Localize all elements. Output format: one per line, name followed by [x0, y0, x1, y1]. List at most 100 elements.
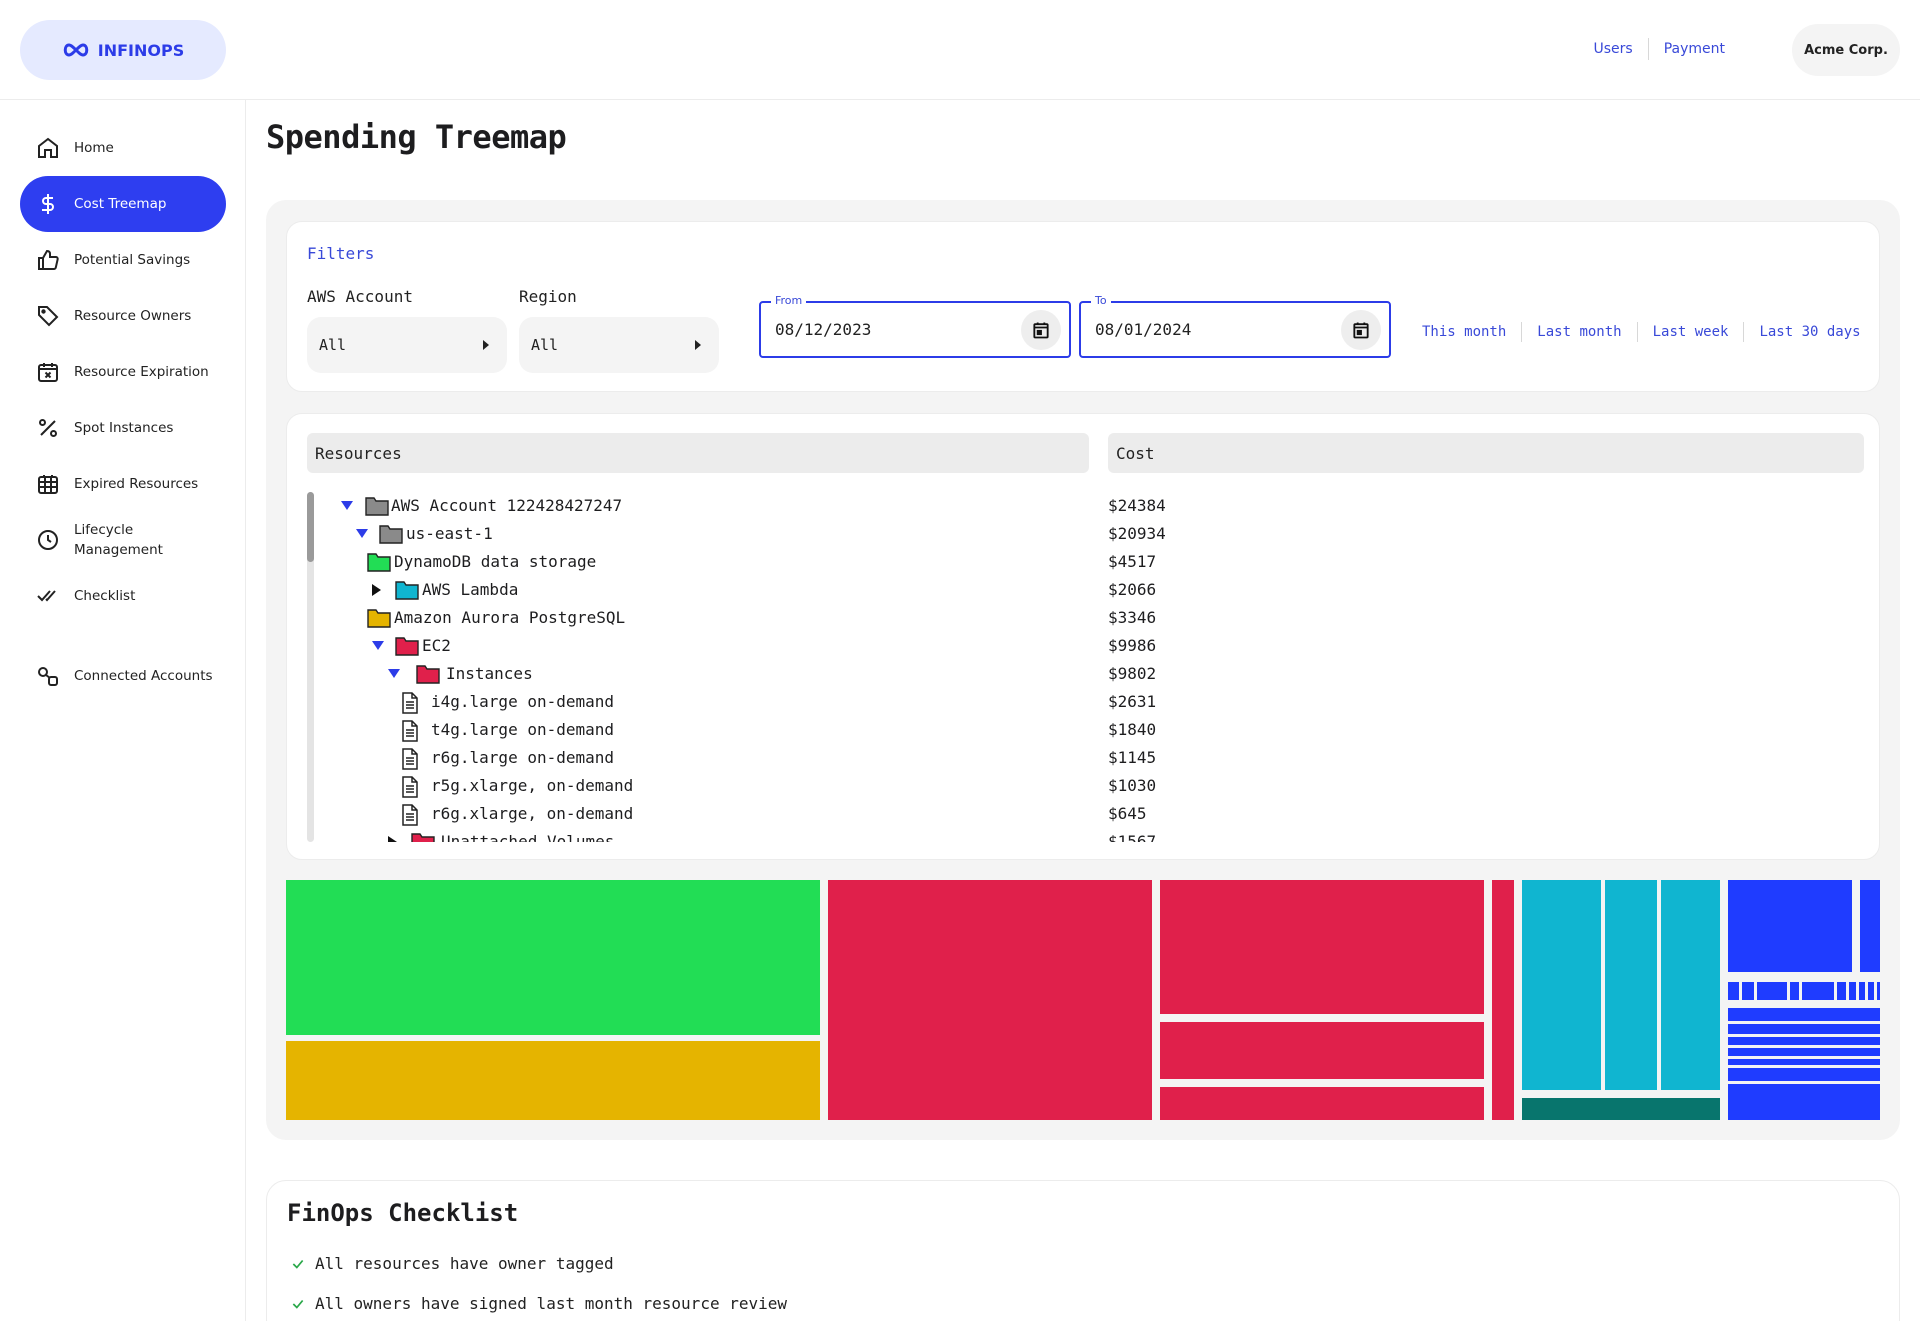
- sidebar-item-spot-instances[interactable]: Spot Instances: [20, 400, 226, 456]
- ec2-tile[interactable]: [1160, 1087, 1484, 1120]
- sidebar-item-lifecycle-management[interactable]: Lifecycle Management: [20, 512, 226, 568]
- other-tile[interactable]: [1728, 982, 1739, 1000]
- resource-name: r6g.xlarge, on-demand: [431, 804, 634, 823]
- app-logo[interactable]: INFINOPS: [20, 20, 226, 80]
- caret-down-icon[interactable]: [388, 669, 400, 678]
- other-tile[interactable]: [1728, 880, 1852, 972]
- last-30-days-link[interactable]: Last 30 days: [1744, 324, 1875, 340]
- sidebar-item-home[interactable]: Home: [20, 120, 226, 176]
- table-row[interactable]: EC2 $9986: [287, 632, 1879, 660]
- table-row[interactable]: i4g.large on-demand $2631: [287, 688, 1879, 716]
- folder-icon: [411, 832, 435, 842]
- table-row[interactable]: us-east-1 $20934: [287, 520, 1879, 548]
- sidebar-item-checklist[interactable]: Checklist: [20, 568, 226, 624]
- caret-down-icon[interactable]: [341, 501, 353, 510]
- resource-cost: $9802: [1108, 664, 1157, 683]
- table-row[interactable]: Instances $9802: [287, 660, 1879, 688]
- table-row[interactable]: Amazon Aurora PostgreSQL $3346: [287, 604, 1879, 632]
- other-tile[interactable]: [1868, 982, 1874, 1000]
- page-title: Spending Treemap: [266, 118, 567, 156]
- sidebar-item-connected-accounts[interactable]: Connected Accounts: [20, 648, 226, 704]
- file-icon: [401, 692, 419, 718]
- table-row[interactable]: Unattached Volumes $1567: [287, 828, 1879, 842]
- lambda-tile[interactable]: [1605, 880, 1657, 1090]
- region-label: Region: [519, 287, 577, 306]
- other-tile[interactable]: [1728, 1037, 1880, 1045]
- last-week-link[interactable]: Last week: [1638, 324, 1744, 340]
- other-tile[interactable]: [1877, 982, 1880, 1000]
- aws-account-select[interactable]: All: [307, 317, 507, 373]
- payment-link[interactable]: Payment: [1649, 41, 1740, 57]
- thumbs-up-icon: [38, 249, 59, 270]
- other-tile[interactable]: [1790, 982, 1799, 1000]
- other-tile[interactable]: [1742, 982, 1754, 1000]
- to-date-field[interactable]: To 08/01/2024: [1079, 294, 1391, 358]
- table-row[interactable]: AWS Account 122428427247 $24384: [287, 492, 1879, 520]
- ec2-tile[interactable]: [1492, 880, 1514, 1120]
- resource-cost: $9986: [1108, 636, 1157, 655]
- sidebar-item-cost-treemap[interactable]: Cost Treemap: [20, 176, 226, 232]
- other-tile[interactable]: [1728, 1059, 1880, 1065]
- table-row[interactable]: r5g.xlarge, on-demand $1030: [287, 772, 1879, 800]
- calendar-button[interactable]: [1021, 309, 1061, 350]
- from-date-field[interactable]: From 08/12/2023: [759, 294, 1071, 358]
- lambda-tile[interactable]: [1522, 880, 1601, 1090]
- checklist-item: All owners have signed last month resour…: [291, 1294, 787, 1313]
- resource-name: Amazon Aurora PostgreSQL: [394, 608, 626, 627]
- sidebar-item-resource-owners[interactable]: Resource Owners: [20, 288, 226, 344]
- other-tile[interactable]: [1849, 982, 1856, 1000]
- lambda-tile[interactable]: [1522, 1098, 1720, 1120]
- caret-right-icon[interactable]: [388, 836, 397, 842]
- resource-name: Instances: [446, 664, 533, 683]
- users-link[interactable]: Users: [1578, 41, 1647, 57]
- cost-column-header[interactable]: Cost: [1108, 433, 1864, 473]
- aurora-tile[interactable]: [286, 1041, 820, 1120]
- folder-icon: [367, 552, 391, 576]
- calendar-button[interactable]: [1341, 309, 1381, 350]
- table-row[interactable]: r6g.large on-demand $1145: [287, 744, 1879, 772]
- other-tile[interactable]: [1728, 1068, 1880, 1081]
- other-tile[interactable]: [1728, 1024, 1880, 1034]
- other-tile[interactable]: [1728, 1008, 1880, 1021]
- other-tile[interactable]: [1728, 1084, 1880, 1120]
- lambda-tile[interactable]: [1661, 880, 1720, 1090]
- sidebar-item-expired-resources[interactable]: Expired Resources: [20, 456, 226, 512]
- resource-cost: $1567: [1108, 832, 1157, 842]
- other-tile[interactable]: [1728, 1048, 1880, 1056]
- ec2-tile[interactable]: [1160, 880, 1484, 1014]
- caret-down-icon[interactable]: [372, 641, 384, 650]
- table-row[interactable]: DynamoDB data storage $4517: [287, 548, 1879, 576]
- sidebar-item-potential-savings[interactable]: Potential Savings: [20, 232, 226, 288]
- this-month-link[interactable]: This month: [1407, 324, 1521, 340]
- resources-column-header[interactable]: Resources: [307, 433, 1089, 473]
- sidebar-item-label: Checklist: [74, 588, 136, 604]
- dynamodb-tile[interactable]: [286, 880, 820, 1035]
- aws-account-value: All: [319, 336, 347, 354]
- resource-cost: $1145: [1108, 748, 1157, 767]
- table-row[interactable]: t4g.large on-demand $1840: [287, 716, 1879, 744]
- caret-right-icon[interactable]: [372, 584, 381, 596]
- sidebar-item-label: Expired Resources: [74, 476, 199, 492]
- caret-down-icon[interactable]: [356, 529, 368, 538]
- ec2-tile[interactable]: [1160, 1022, 1484, 1079]
- sidebar-item-label: Lifecycle Management: [74, 522, 163, 558]
- tag-icon: [38, 306, 59, 327]
- table-row[interactable]: r6g.xlarge, on-demand $645: [287, 800, 1879, 828]
- ec2-tile[interactable]: [828, 880, 1152, 1120]
- folder-icon: [395, 636, 419, 660]
- checklist-title: FinOps Checklist: [287, 1199, 519, 1227]
- last-month-link[interactable]: Last month: [1522, 324, 1636, 340]
- from-date-value: 08/12/2023: [775, 320, 872, 339]
- region-select[interactable]: All: [519, 317, 719, 373]
- table-row[interactable]: AWS Lambda $2066: [287, 576, 1879, 604]
- sidebar-item-resource-expiration[interactable]: Resource Expiration: [20, 344, 226, 400]
- other-tile[interactable]: [1802, 982, 1834, 1000]
- grid-calendar-icon: [38, 475, 58, 494]
- other-tile[interactable]: [1837, 982, 1846, 1000]
- other-tile[interactable]: [1859, 982, 1865, 1000]
- calendar-x-icon: [38, 363, 58, 382]
- other-tile[interactable]: [1757, 982, 1787, 1000]
- organization-menu[interactable]: Acme Corp.: [1792, 24, 1900, 76]
- other-tile[interactable]: [1860, 880, 1880, 972]
- folder-icon: [416, 664, 440, 688]
